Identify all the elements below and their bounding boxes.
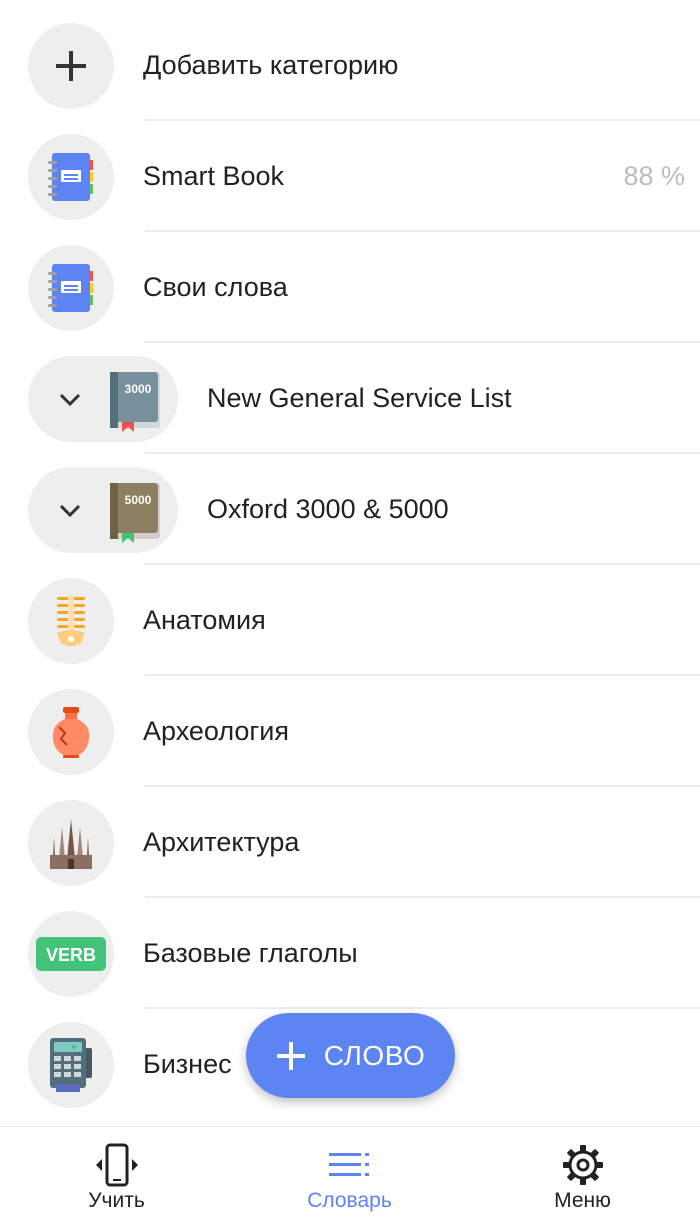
icon-circle [28,800,114,886]
book-icon: 5000 [110,483,160,543]
list-icon [328,1153,369,1176]
notebook-icon [48,153,93,201]
icon-circle [28,578,114,664]
progress-percent: 88 % [623,161,685,191]
add-icon-circle [28,23,114,109]
spine-icon [57,595,85,646]
icon-circle [28,689,114,775]
nav-learn[interactable]: Учить [0,1127,233,1221]
list-item-smart-book[interactable]: Smart Book 88 % [0,121,700,232]
list-item-anatomy[interactable]: Анатомия [0,565,700,676]
verb-badge-text: VERB [46,945,96,965]
nav-label: Учить [88,1189,145,1212]
icon-circle [28,134,114,220]
book-icon: 3000 [110,372,160,432]
item-label: Архитектура [143,827,300,857]
list-item-ngsl[interactable]: 3000 New General Service List [0,343,700,454]
item-label: Базовые глаголы [143,938,358,968]
plus-icon [56,51,86,81]
icon-circle: VERB [28,911,114,997]
category-list: Добавить категорию Smart Book 88 % Свои … [0,0,700,1126]
list-item-basic-verbs[interactable]: VERB Базовые глаголы [0,898,700,1009]
item-label: Свои слова [143,272,288,302]
expandable-pill[interactable]: 3000 [28,356,178,442]
chevron-down-icon[interactable] [56,386,84,414]
item-label: Археология [143,716,289,746]
add-category-row[interactable]: Добавить категорию [0,10,700,121]
fab-label: СЛОВО [323,1039,426,1071]
book-number: 3000 [125,382,152,396]
expandable-pill[interactable]: 5000 [28,467,178,553]
list-item-own-words[interactable]: Свои слова [0,232,700,343]
gear-icon [562,1145,603,1185]
bottom-navigation: Учить Словарь Меню [0,1126,700,1221]
icon-circle [28,1022,114,1108]
book-number: 5000 [125,493,152,507]
vase-icon [52,707,90,758]
add-category-label: Добавить категорию [143,50,399,80]
add-word-fab[interactable]: СЛОВО [246,1013,455,1098]
nav-dictionary[interactable]: Словарь [233,1127,466,1221]
phone-rotate-icon [95,1143,138,1187]
item-label: Бизнес [143,1049,232,1079]
cathedral-icon [50,819,92,869]
payment-terminal-icon [50,1038,92,1092]
icon-circle [28,245,114,331]
item-label: New General Service List [207,383,512,413]
item-label: Анатомия [143,605,266,635]
nav-label: Словарь [307,1189,392,1212]
nav-label: Меню [554,1189,611,1212]
plus-icon [276,1041,305,1070]
list-item-architecture[interactable]: Архитектура [0,787,700,898]
notebook-icon [48,264,93,312]
chevron-down-icon[interactable] [56,497,84,525]
list-item-archaeology[interactable]: Археология [0,676,700,787]
nav-menu[interactable]: Меню [466,1127,699,1221]
item-label: Oxford 3000 & 5000 [207,494,449,524]
verb-badge-icon: VERB [36,937,106,971]
list-item-oxford[interactable]: 5000 Oxford 3000 & 5000 [0,454,700,565]
item-label: Smart Book [143,161,285,191]
